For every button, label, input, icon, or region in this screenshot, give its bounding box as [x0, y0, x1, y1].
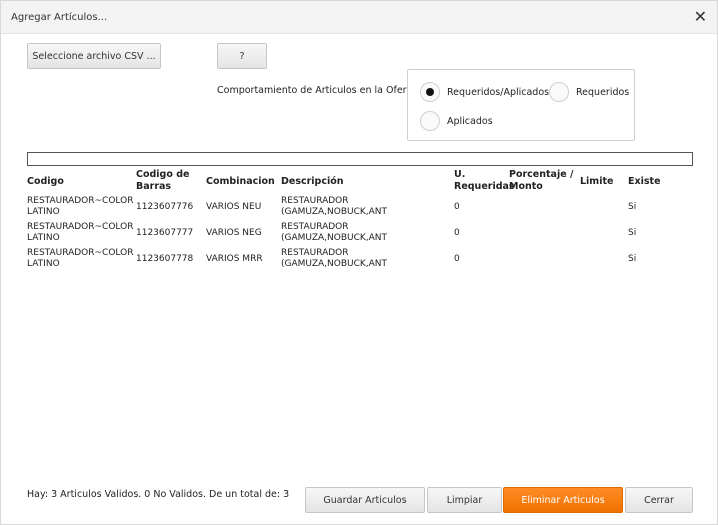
cell-descripcion: RESTAURADOR (GAMUZA,NOBUCK,ANT [281, 222, 388, 243]
cell-existe: Si [628, 227, 637, 238]
close-button[interactable]: Cerrar [625, 487, 693, 513]
add-articles-dialog: Agregar Artículos... ✕ Seleccione archiv… [0, 0, 718, 525]
title-bar: Agregar Artículos... ✕ [1, 1, 717, 34]
cell-u-requeridas: 0 [454, 253, 460, 264]
col-header-u-requeridas[interactable]: U. Requeridas [454, 169, 515, 194]
col-header-porcentaje[interactable]: Porcentaje / Monto [509, 169, 580, 194]
col-header-existe[interactable]: Existe [628, 169, 667, 194]
cell-codigo: RESTAURADOR~COLOR LATINO [27, 248, 134, 269]
help-button[interactable]: ? [217, 43, 267, 69]
cell-combinacion: VARIOS NEU [206, 201, 262, 212]
cell-barras: 1123607776 [136, 201, 194, 212]
cell-codigo: RESTAURADOR~COLOR LATINO [27, 196, 134, 217]
table-row[interactable]: RESTAURADOR~COLOR LATINO 1123607778 VARIO… [27, 246, 667, 272]
cell-u-requeridas: 0 [454, 201, 460, 212]
table-header-row: Codigo Codigo de Barras Combinacion Descr… [27, 169, 667, 194]
cell-combinacion: VARIOS NEG [206, 227, 262, 238]
radio-circle [420, 111, 440, 131]
col-header-descripcion[interactable]: Descripción [281, 169, 454, 194]
radio-selected-dot [426, 88, 434, 96]
cell-porcentaje [509, 246, 580, 272]
cell-descripcion: RESTAURADOR (GAMUZA,NOBUCK,ANT [281, 196, 388, 217]
clear-button[interactable]: Limpiar [427, 487, 502, 513]
cell-existe: Si [628, 253, 637, 264]
cell-codigo: RESTAURADOR~COLOR LATINO [27, 222, 134, 243]
table-row[interactable]: RESTAURADOR~COLOR LATINO 1123607777 VARIO… [27, 220, 667, 246]
radio-label: Aplicados [447, 115, 493, 127]
select-csv-button[interactable]: Seleccione archivo CSV ... [27, 43, 161, 69]
col-header-codigo[interactable]: Codigo [27, 169, 136, 194]
radio-aplicados[interactable]: Aplicados [420, 111, 493, 131]
cell-porcentaje [509, 194, 580, 220]
cell-limite [580, 220, 628, 246]
dialog-title: Agregar Artículos... [11, 12, 108, 23]
cell-limite [580, 194, 628, 220]
radio-circle [420, 82, 440, 102]
col-header-limite[interactable]: Limite [580, 169, 628, 194]
cell-porcentaje [509, 220, 580, 246]
cell-combinacion: VARIOS MRR [206, 253, 263, 264]
radio-requeridos[interactable]: Requeridos [549, 82, 629, 102]
delete-articles-button[interactable]: Eliminar Articulos [503, 487, 623, 513]
behavior-label: Comportamiento de Articulos en la Oferta… [217, 85, 420, 96]
radio-label: Requeridos/Aplicados [447, 86, 550, 98]
radio-label: Requeridos [576, 86, 630, 98]
close-icon[interactable]: ✕ [694, 7, 707, 26]
cell-u-requeridas: 0 [454, 227, 460, 238]
col-header-codigo-barras[interactable]: Codigo de Barras [136, 169, 206, 194]
table-row[interactable]: RESTAURADOR~COLOR LATINO 1123607776 VARIO… [27, 194, 667, 220]
radio-requeridos-aplicados[interactable]: Requeridos/Aplicados [420, 82, 549, 102]
cell-limite [580, 246, 628, 272]
cell-barras: 1123607777 [136, 227, 194, 238]
radio-circle [549, 82, 569, 102]
cell-existe: Si [628, 201, 637, 212]
progress-bar [27, 152, 693, 166]
articles-table: Codigo Codigo de Barras Combinacion Descr… [27, 169, 667, 272]
behavior-radio-group: Requeridos/Aplicados Requeridos Aplicado… [407, 69, 635, 141]
summary-text: Hay: 3 Articulos Validos. 0 No Validos. … [27, 489, 290, 500]
cell-barras: 1123607778 [136, 253, 194, 264]
col-header-combinacion[interactable]: Combinacion [206, 169, 281, 194]
save-articles-button[interactable]: Guardar Articulos [305, 487, 425, 513]
cell-descripcion: RESTAURADOR (GAMUZA,NOBUCK,ANT [281, 248, 388, 269]
